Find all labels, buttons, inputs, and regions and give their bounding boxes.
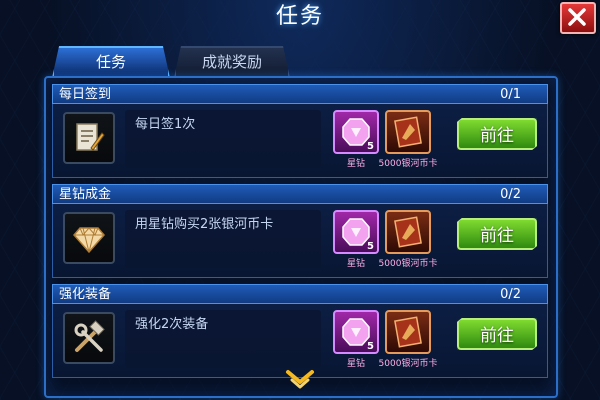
task-card-body: 每日签1次 5 星钻 5000银河币卡 前往 xyxy=(52,104,548,178)
reward-count: 5 xyxy=(367,241,374,252)
reward-label: 5000银河币卡 xyxy=(378,159,438,169)
chevron-down-icon xyxy=(286,370,314,389)
task-card: 星钻成金 0/2 用星钻购买2张银河币卡 5 星钻 5000银河币卡 前往 xyxy=(52,184,548,278)
silver-river-card-icon xyxy=(394,116,422,148)
reward-card-slot[interactable] xyxy=(385,110,431,154)
reward-count: 5 xyxy=(367,141,374,152)
reward-gem-slot[interactable]: 5 xyxy=(333,110,379,154)
reward-card-slot[interactable] xyxy=(385,210,431,254)
reward-label: 5000银河币卡 xyxy=(378,259,438,269)
silver-river-card-icon xyxy=(394,316,422,348)
reward-label: 星钻 xyxy=(346,159,365,169)
task-card-body: 强化2次装备 5 星钻 5000银河币卡 前往 xyxy=(52,304,548,378)
task-description: 用星钻购买2张银河币卡 xyxy=(135,217,274,232)
task-card-header: 每日签到 0/1 xyxy=(52,84,548,104)
task-description: 强化2次装备 xyxy=(135,317,209,332)
task-card-header: 强化装备 0/2 xyxy=(52,284,548,304)
tab-achievement-rewards[interactable]: 成就奖励 xyxy=(174,46,290,78)
task-title: 每日签到 xyxy=(59,87,112,102)
silver-river-card-icon xyxy=(394,216,422,248)
reward-label: 星钻 xyxy=(346,359,365,369)
go-button[interactable]: 前往 xyxy=(457,318,537,350)
reward-label: 5000银河币卡 xyxy=(378,359,438,369)
task-progress: 0/2 xyxy=(500,287,521,302)
task-progress: 0/1 xyxy=(500,87,521,102)
hammer-wrench-icon xyxy=(63,312,115,364)
reward-card-slot[interactable] xyxy=(385,310,431,354)
task-description-box: 每日签1次 xyxy=(125,110,321,168)
reward-count: 5 xyxy=(367,341,374,352)
task-title: 星钻成金 xyxy=(59,187,112,202)
diamond-icon xyxy=(63,212,115,264)
reward-gem-slot[interactable]: 5 xyxy=(333,310,379,354)
tab-tasks[interactable]: 任务 xyxy=(52,46,170,78)
go-button[interactable]: 前往 xyxy=(457,118,537,150)
scroll-down-button[interactable] xyxy=(284,368,316,392)
task-window: 任务 任务 成就奖励 每日签到 0/1 每日签1次 5 星钻 5000银河币卡 … xyxy=(0,0,600,400)
task-title: 强化装备 xyxy=(59,287,112,302)
task-card-header: 星钻成金 0/2 xyxy=(52,184,548,204)
task-progress: 0/2 xyxy=(500,187,521,202)
task-card-body: 用星钻购买2张银河币卡 5 星钻 5000银河币卡 前往 xyxy=(52,204,548,278)
document-pen-icon xyxy=(63,112,115,164)
task-card: 每日签到 0/1 每日签1次 5 星钻 5000银河币卡 前往 xyxy=(52,84,548,178)
task-description: 每日签1次 xyxy=(135,117,196,132)
task-description-box: 强化2次装备 xyxy=(125,310,321,368)
task-description-box: 用星钻购买2张银河币卡 xyxy=(125,210,321,268)
close-button[interactable] xyxy=(560,2,596,34)
go-button[interactable]: 前往 xyxy=(457,218,537,250)
reward-gem-slot[interactable]: 5 xyxy=(333,210,379,254)
reward-label: 星钻 xyxy=(346,259,365,269)
close-icon xyxy=(568,8,586,26)
window-title: 任务 xyxy=(275,4,324,29)
task-card: 强化装备 0/2 强化2次装备 5 星钻 5000银河币卡 前往 xyxy=(52,284,548,378)
